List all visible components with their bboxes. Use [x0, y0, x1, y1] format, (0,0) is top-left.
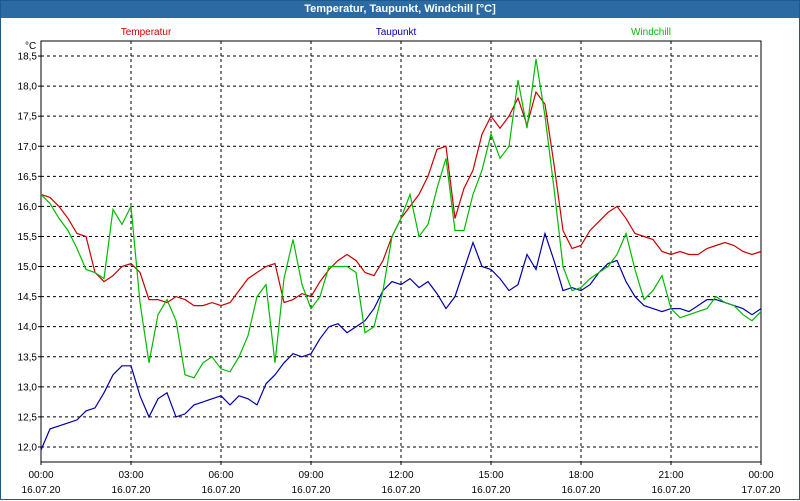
y-tick-label: 14,0: [18, 322, 38, 333]
x-tick-time: 18:00: [568, 470, 593, 481]
y-tick-label: 18,0: [18, 82, 38, 93]
x-tick-time: 12:00: [388, 470, 413, 481]
y-tick-label: 18,5: [18, 52, 38, 63]
x-tick-date: 16.07.20: [202, 485, 241, 496]
x-tick-time: 21:00: [658, 470, 683, 481]
y-tick-label: 15,5: [18, 232, 38, 243]
y-tick-label: 13,5: [18, 352, 38, 363]
legend-item-windchill: Windchill: [631, 27, 671, 38]
x-tick-date: 16.07.20: [562, 485, 601, 496]
x-tick-date: 16.07.20: [472, 485, 511, 496]
y-tick-label: 16,5: [18, 172, 38, 183]
y-tick-label: 12,5: [18, 412, 38, 423]
y-tick-label: 13,0: [18, 382, 38, 393]
x-tick-time: 00:00: [748, 470, 773, 481]
legend-item-temperatur: Temperatur: [121, 27, 172, 38]
x-tick-time: 03:00: [118, 470, 143, 481]
x-tick-time: 15:00: [478, 470, 503, 481]
y-tick-label: 17,5: [18, 112, 38, 123]
y-tick-label: 17,0: [18, 142, 38, 153]
x-tick-time: 06:00: [208, 470, 233, 481]
x-tick-time: 09:00: [298, 470, 323, 481]
x-tick-date: 16.07.20: [22, 485, 61, 496]
x-tick-date: 16.07.20: [652, 485, 691, 496]
x-tick-date: 16.07.20: [112, 485, 151, 496]
y-tick-label: 15,0: [18, 262, 38, 273]
legend-item-taupunkt: Taupunkt: [376, 27, 417, 38]
y-tick-label: 14,5: [18, 292, 38, 303]
x-tick-date: 16.07.20: [292, 485, 331, 496]
x-tick-date: 16.07.20: [382, 485, 421, 496]
x-tick-date: 17.07.20: [742, 485, 781, 496]
line-chart: 12,0 12,5 13,0 13,5 14,0 14,5 15,0 15,5 16,0 16,5…: [18, 27, 781, 496]
y-tick-label: 12,0: [18, 442, 38, 453]
y-axis-label: °C: [25, 41, 36, 52]
x-tick-time: 00:00: [28, 470, 53, 481]
chart-window: Temperatur, Taupunkt, Windchill [°C] 12,…: [0, 0, 800, 500]
y-tick-label: 16,0: [18, 202, 38, 213]
